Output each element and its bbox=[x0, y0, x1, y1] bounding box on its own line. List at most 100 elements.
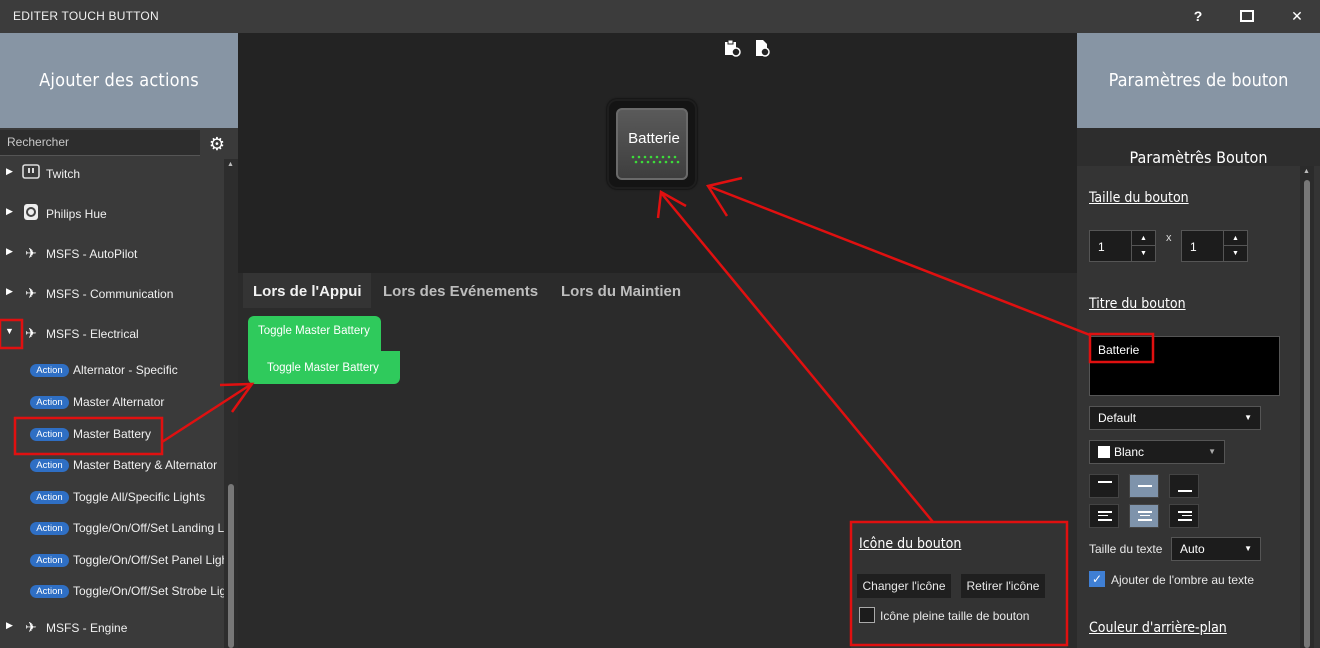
valign-bottom-button[interactable] bbox=[1169, 474, 1199, 498]
action-chip-connector bbox=[248, 345, 400, 351]
maximize-icon bbox=[1240, 10, 1254, 22]
left-panel-title: Ajouter des actions bbox=[39, 70, 199, 91]
action-badge: Action bbox=[30, 522, 69, 535]
scrollbar-thumb[interactable] bbox=[1304, 180, 1310, 648]
action-label: Master Battery & Alternator bbox=[73, 458, 218, 472]
button-preview[interactable]: Batterie bbox=[607, 99, 697, 189]
category-philips-hue[interactable]: ▶ Philips Hue bbox=[0, 201, 224, 227]
category-twitch[interactable]: ▶ Twitch bbox=[0, 161, 224, 187]
category-label: Philips Hue bbox=[46, 207, 107, 221]
action-item[interactable]: Action Toggle/On/Off/Set Landing L bbox=[0, 515, 224, 541]
width-value: 1 bbox=[1098, 240, 1105, 254]
text-color-select[interactable]: Blanc ▼ bbox=[1089, 440, 1225, 464]
align-left-button[interactable] bbox=[1089, 504, 1119, 528]
align-right-button[interactable] bbox=[1169, 504, 1199, 528]
font-select[interactable]: Default ▼ bbox=[1089, 406, 1261, 430]
category-label: MSFS - Electrical bbox=[46, 327, 139, 341]
action-item[interactable]: Action Toggle/On/Off/Set Strobe Lig bbox=[0, 578, 224, 604]
plane-icon: ✈ bbox=[25, 285, 37, 301]
action-item[interactable]: Action Toggle/On/Off/Set Panel Ligh bbox=[0, 547, 224, 573]
category-msfs-communication[interactable]: ▶ ✈ MSFS - Communication bbox=[0, 281, 224, 307]
battery-leds-icon bbox=[631, 155, 680, 164]
scroll-up-icon[interactable]: ▲ bbox=[1303, 168, 1310, 175]
action-item[interactable]: Action Alternator - Specific bbox=[0, 357, 224, 383]
action-badge: Action bbox=[30, 459, 69, 472]
twitch-icon bbox=[20, 163, 42, 183]
editor-area: Batterie Lors de l'Appui Lors des Evénem… bbox=[238, 33, 1077, 648]
right-scrollbar[interactable]: ▲ bbox=[1300, 166, 1314, 648]
width-stepper[interactable]: 1 ▲ ▼ bbox=[1089, 230, 1156, 262]
caret-right-icon[interactable]: ▶ bbox=[6, 166, 16, 180]
action-badge: Action bbox=[30, 585, 69, 598]
help-button[interactable]: ? bbox=[1187, 6, 1209, 26]
caret-down-icon: ▼ bbox=[1244, 413, 1252, 422]
copy-style-icon[interactable] bbox=[753, 39, 771, 62]
action-label: Alternator - Specific bbox=[73, 363, 178, 377]
button-preview-label: Batterie bbox=[628, 130, 680, 147]
decrement-icon[interactable]: ▼ bbox=[1224, 246, 1247, 261]
tab-on-hold[interactable]: Lors du Maintien bbox=[561, 273, 681, 308]
tab-on-press[interactable]: Lors de l'Appui bbox=[243, 273, 371, 308]
plane-icon: ✈ bbox=[25, 245, 37, 261]
scroll-up-icon[interactable]: ▲ bbox=[227, 161, 234, 168]
decrement-icon[interactable]: ▼ bbox=[1132, 246, 1155, 261]
action-label: Master Alternator bbox=[73, 395, 165, 409]
chevron-up-icon: ⌃ bbox=[1193, 148, 1204, 162]
action-item[interactable]: Action Master Alternator bbox=[0, 389, 224, 415]
close-button[interactable]: ✕ bbox=[1286, 6, 1308, 26]
caret-down-icon[interactable]: ▼ bbox=[5, 326, 15, 340]
caret-right-icon[interactable]: ▶ bbox=[6, 286, 16, 300]
action-badge: Action bbox=[30, 428, 69, 441]
action-chip-notch bbox=[381, 316, 400, 351]
action-item-master-battery[interactable]: Action Master Battery bbox=[0, 421, 224, 447]
plane-icon: ✈ bbox=[25, 619, 37, 635]
fullsize-icon-checkbox[interactable] bbox=[859, 607, 875, 623]
category-msfs-electrical[interactable]: ▼ ✈ MSFS - Electrical bbox=[0, 321, 224, 347]
remove-icon-button[interactable]: Retirer l'icône bbox=[961, 574, 1045, 598]
caret-right-icon[interactable]: ▶ bbox=[6, 246, 16, 260]
height-stepper[interactable]: 1 ▲ ▼ bbox=[1181, 230, 1248, 262]
action-chip-toggle-master-battery-option[interactable]: Toggle Master Battery bbox=[248, 350, 400, 384]
increment-icon[interactable]: ▲ bbox=[1132, 231, 1155, 246]
button-title-textarea[interactable]: Batterie bbox=[1089, 336, 1280, 396]
action-label: Toggle/On/Off/Set Strobe Lig bbox=[73, 584, 224, 598]
action-badge: Action bbox=[30, 491, 69, 504]
search-input[interactable] bbox=[0, 130, 196, 154]
button-title-section: Titre du bouton bbox=[1089, 296, 1186, 312]
valign-top-button[interactable] bbox=[1089, 474, 1119, 498]
scrollbar-thumb[interactable] bbox=[228, 484, 234, 648]
text-size-label: Taille du texte bbox=[1089, 542, 1163, 556]
text-size-select[interactable]: Auto ▼ bbox=[1171, 537, 1261, 561]
paste-style-icon[interactable] bbox=[723, 39, 741, 62]
action-label: Toggle/On/Off/Set Landing L bbox=[73, 521, 224, 535]
category-msfs-autopilot[interactable]: ▶ ✈ MSFS - AutoPilot bbox=[0, 241, 224, 267]
button-title-value: Batterie bbox=[1098, 343, 1140, 357]
increment-icon[interactable]: ▲ bbox=[1224, 231, 1247, 246]
caret-right-icon[interactable]: ▶ bbox=[6, 206, 16, 220]
left-scrollbar[interactable]: ▲ bbox=[224, 159, 238, 648]
height-value: 1 bbox=[1190, 240, 1197, 254]
valign-middle-button[interactable] bbox=[1129, 474, 1159, 498]
category-msfs-engine[interactable]: ▶ ✈ MSFS - Engine bbox=[0, 615, 224, 641]
action-chip-toggle-master-battery[interactable]: Toggle Master Battery bbox=[248, 316, 381, 346]
gear-icon[interactable]: ⚙ bbox=[206, 133, 228, 155]
right-panel-header: Paramètres de bouton bbox=[1077, 33, 1320, 128]
left-panel-header: Ajouter des actions bbox=[0, 33, 238, 128]
right-panel-title: Paramètres de bouton bbox=[1108, 70, 1289, 91]
text-color-value: Blanc bbox=[1114, 445, 1145, 459]
change-icon-button[interactable]: Changer l'icône bbox=[857, 574, 951, 598]
action-badge: Action bbox=[30, 396, 69, 409]
icon-panel-title: Icône du bouton bbox=[859, 536, 962, 552]
caret-right-icon[interactable]: ▶ bbox=[6, 620, 16, 634]
action-item[interactable]: Action Toggle All/Specific Lights bbox=[0, 484, 224, 510]
tab-on-events[interactable]: Lors des Evénements bbox=[383, 273, 538, 308]
action-badge: Action bbox=[30, 364, 69, 377]
align-center-button[interactable] bbox=[1129, 504, 1159, 528]
settings-section-header[interactable]: Paramètres Bouton ⌃ bbox=[1077, 128, 1320, 167]
button-size-title: Taille du bouton bbox=[1089, 190, 1189, 206]
action-item[interactable]: Action Master Battery & Alternator bbox=[0, 452, 224, 478]
maximize-button[interactable] bbox=[1236, 6, 1258, 26]
search-box bbox=[0, 130, 200, 156]
text-shadow-checkbox[interactable]: ✓ bbox=[1089, 571, 1105, 587]
tab-bar: Lors de l'Appui Lors des Evénements Lors… bbox=[238, 273, 1077, 308]
